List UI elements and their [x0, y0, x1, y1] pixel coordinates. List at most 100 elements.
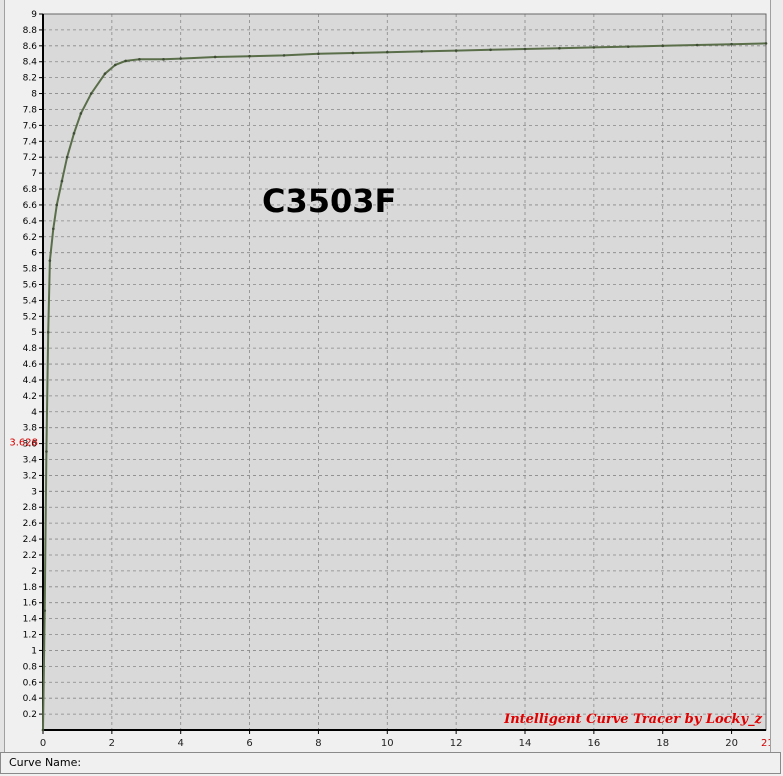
y-tick-label: 8.6 — [23, 42, 38, 52]
x-axis-ticks: 0 2 4 6 8 10 12 14 16 18 20 — [40, 730, 738, 749]
x-tick-label: 4 — [178, 738, 184, 749]
y-tick-label: 7.4 — [23, 137, 38, 147]
y-tick-label: 2.4 — [23, 535, 38, 545]
curve-data-point — [65, 155, 69, 159]
curve-data-point — [41, 728, 45, 732]
x-tick-label: 6 — [246, 738, 252, 749]
curve-data-point — [558, 46, 561, 50]
y-tick-label: 6.8 — [23, 185, 38, 195]
y-tick-label: 3.4 — [23, 456, 38, 466]
y-tick-label: 0.2 — [23, 710, 37, 720]
y-tick-label: 2 — [31, 567, 37, 577]
curve-data-point — [46, 330, 50, 334]
curve-data-point — [351, 51, 355, 55]
y-tick-label: 1.6 — [23, 599, 38, 609]
y-tick-label: 1.4 — [23, 615, 38, 625]
y-tick-label: 5.6 — [23, 280, 38, 290]
y-tick-label: 6.2 — [23, 233, 37, 243]
y-tick-label: 3.8 — [23, 424, 38, 434]
y-tick-label: 7 — [31, 169, 37, 179]
curve-data-point — [162, 58, 165, 61]
x-tick-label: 0 — [40, 738, 46, 749]
x-tick-label: 18 — [656, 738, 669, 749]
curve-data-point — [213, 55, 217, 59]
y-tick-label: 8.8 — [23, 26, 38, 36]
x-end-readout: 21 — [761, 738, 770, 749]
curve-data-point — [138, 58, 141, 61]
x-tick-label: 16 — [587, 738, 600, 749]
curve-data-point — [55, 203, 59, 207]
y-tick-label: 0.4 — [23, 694, 38, 704]
curve-data-point — [43, 609, 47, 612]
curve-data-point — [282, 54, 286, 57]
curve-data-point — [179, 57, 183, 60]
y-tick-label: 1.8 — [23, 583, 38, 593]
y-tick-label: 7.8 — [23, 105, 38, 115]
curve-plot[interactable]: 0.2 0.4 0.6 0.8 1 1.2 1.4 1.6 1.8 2 2.2 2.4 2.6 2.8 3 3… — [0, 0, 770, 752]
plot-background — [43, 14, 766, 730]
y-tick-label: 0.8 — [23, 662, 38, 672]
y-tick-label: 8 — [31, 90, 37, 100]
y-tick-label: 8.4 — [23, 58, 38, 68]
y-tick-label: 2.2 — [23, 551, 37, 561]
curve-data-point — [489, 48, 492, 52]
watermark-text: Intelligent Curve Tracer by Locky_z — [503, 712, 762, 727]
y-tick-label: 5.2 — [23, 312, 37, 322]
x-tick-label: 12 — [450, 738, 463, 749]
curve-data-point — [60, 179, 64, 183]
curve-data-point — [695, 43, 699, 47]
x-tick-label: 8 — [315, 738, 321, 749]
curve-data-point — [626, 45, 630, 48]
curve-data-point — [661, 44, 665, 48]
curve-data-point — [72, 132, 76, 135]
y-tick-label: 4 — [31, 408, 37, 418]
y-tick-label: 9 — [31, 10, 37, 20]
vertical-scrollbar[interactable] — [770, 0, 783, 752]
curve-data-point — [52, 227, 55, 231]
y-tick-label: 5.4 — [23, 296, 38, 306]
y-tick-label: 6.4 — [23, 217, 38, 227]
curve-data-point — [317, 52, 320, 56]
y-tick-label: 8.2 — [23, 74, 37, 84]
y-tick-label: 1.2 — [23, 631, 37, 641]
y-tick-label: 1 — [31, 646, 37, 656]
curve-data-point — [124, 59, 127, 63]
y-tick-label: 4.6 — [23, 360, 38, 370]
curve-data-point — [592, 46, 596, 49]
y-tick-label: 4.4 — [23, 376, 38, 386]
curve-data-point — [248, 54, 251, 58]
cursor-y-readout: 3.628 — [9, 437, 38, 448]
y-tick-label: 7.6 — [23, 121, 38, 131]
curve-data-point — [454, 49, 458, 52]
x-tick-label: 10 — [381, 738, 394, 749]
y-tick-label: 0.6 — [23, 678, 38, 688]
y-tick-label: 3.2 — [23, 471, 37, 481]
y-tick-label: 6.6 — [23, 201, 38, 211]
curve-data-point — [45, 450, 48, 453]
y-tick-label: 2.8 — [23, 503, 38, 513]
curve-data-point — [48, 259, 52, 262]
curve-name-label: Curve Name: — [9, 756, 82, 769]
y-tick-label: 4.8 — [23, 344, 38, 354]
curve-data-point — [79, 112, 83, 115]
curve-data-point — [764, 42, 768, 45]
y-tick-label: 7.2 — [23, 153, 37, 163]
x-tick-label: 14 — [519, 738, 532, 749]
y-tick-label: 4.2 — [23, 392, 37, 402]
y-tick-label: 5 — [31, 328, 37, 338]
x-tick-label: 2 — [109, 738, 115, 749]
plot-area[interactable]: 0.2 0.4 0.6 0.8 1 1.2 1.4 1.6 1.8 2 2.2 2.4 2.6 2.8 3 3… — [0, 0, 770, 752]
y-tick-label: 2.6 — [23, 519, 38, 529]
curve-data-point — [103, 72, 107, 75]
y-tick-label: 5.8 — [23, 265, 38, 275]
curve-data-point — [114, 63, 117, 67]
y-tick-label: 3 — [31, 487, 37, 497]
curve-data-point — [523, 47, 527, 51]
curve-data-point — [420, 50, 424, 53]
y-axis-ticks: 0.2 0.4 0.6 0.8 1 1.2 1.4 1.6 1.8 2 2.2 2.4 2.6 2.8 3 3… — [23, 10, 43, 720]
curve-data-point — [730, 42, 733, 46]
curve-data-point — [385, 50, 389, 54]
y-tick-label: 6 — [31, 249, 37, 259]
x-tick-label: 20 — [725, 738, 738, 749]
chart-title: C3503F — [262, 182, 396, 220]
